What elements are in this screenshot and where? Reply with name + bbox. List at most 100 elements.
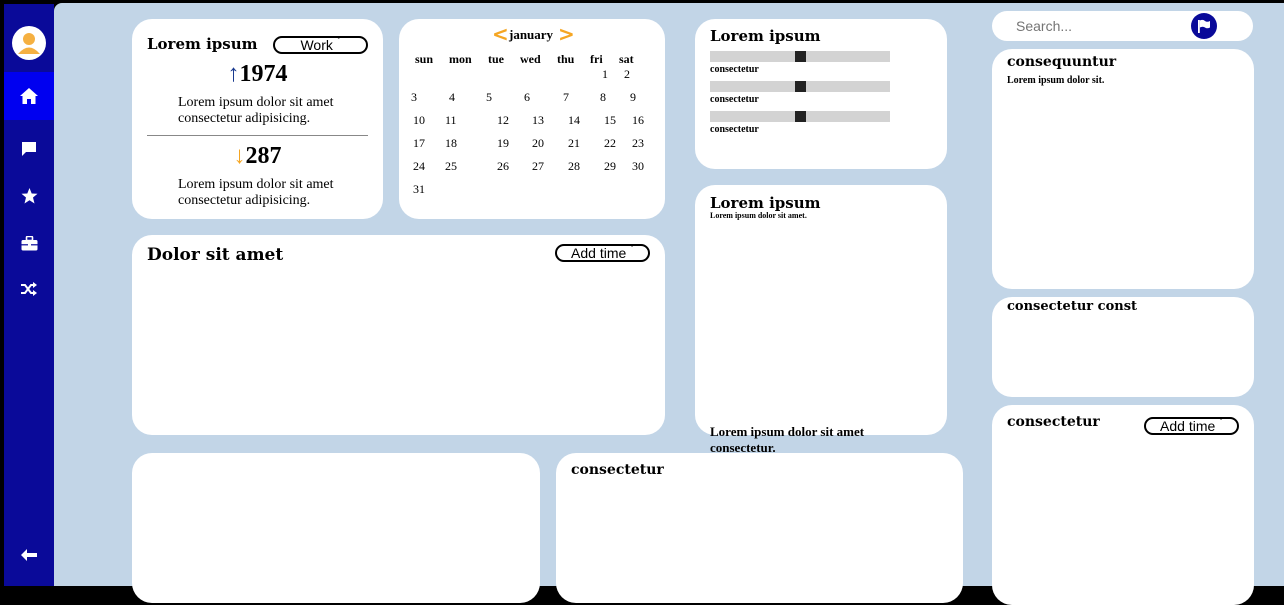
- right-card-1-text: Lorem ipsum dolor sit.: [1007, 75, 1105, 86]
- slider-track[interactable]: [710, 111, 890, 122]
- time-card: Dolor sit amet Add time ˇ: [132, 235, 665, 435]
- user-icon: [18, 33, 40, 54]
- arrow-up-icon: ↑: [227, 61, 240, 87]
- calendar-day[interactable]: 31: [413, 182, 425, 197]
- user-avatar[interactable]: [12, 26, 46, 60]
- work-dropdown[interactable]: Work ˇ: [273, 36, 368, 54]
- flag-icon: [1198, 19, 1210, 33]
- right-add-time-dropdown-label: Add time: [1160, 418, 1216, 434]
- calendar-day[interactable]: 23: [632, 136, 644, 151]
- right-card-2: consectetur const: [992, 297, 1254, 397]
- logout-arrow-icon: [21, 549, 37, 561]
- slider-label: consectetur: [710, 94, 759, 105]
- sidebar-item-shuffle[interactable]: [4, 274, 54, 304]
- calendar-next-button[interactable]: >: [558, 22, 575, 46]
- star-icon: [21, 188, 37, 204]
- calendar-day[interactable]: 7: [563, 90, 569, 105]
- middle-card-subtitle: Lorem ipsum dolor sit amet.: [710, 211, 807, 220]
- arrow-down-icon: ↓: [233, 143, 246, 169]
- calendar-day[interactable]: 4: [449, 90, 455, 105]
- right-card-3: consectetur Add time ˇ: [992, 405, 1254, 605]
- logout-button[interactable]: [4, 540, 54, 570]
- calendar-day[interactable]: 1: [602, 67, 608, 82]
- sliders-card-title: Lorem ipsum: [710, 27, 821, 45]
- calendar-day[interactable]: 27: [532, 159, 544, 174]
- chevron-down-icon: ˇ: [630, 243, 634, 256]
- slider-track[interactable]: [710, 51, 890, 62]
- calendar-weekday: fri: [590, 52, 603, 66]
- right-add-time-dropdown[interactable]: Add time ˇ: [1144, 417, 1239, 435]
- chevron-down-icon: ˇ: [1219, 416, 1223, 429]
- add-time-dropdown-label: Add time: [571, 245, 627, 261]
- calendar-day[interactable]: 25: [445, 159, 457, 174]
- bottom-right-card-title: consectetur: [571, 462, 664, 478]
- slider-thumb[interactable]: [795, 111, 806, 122]
- stats-card-title: Lorem ipsum: [147, 35, 258, 53]
- stat-down-description: Lorem ipsum dolor sit amet consectetur a…: [178, 177, 334, 209]
- calendar-day[interactable]: 5: [486, 90, 492, 105]
- calendar-day[interactable]: 6: [524, 90, 530, 105]
- calendar-day[interactable]: 8: [600, 90, 606, 105]
- stats-card: Lorem ipsum Work ˇ ↑1974 Lorem ipsum dolo…: [132, 19, 383, 219]
- calendar-day[interactable]: 15: [604, 113, 616, 128]
- calendar-day[interactable]: 29: [604, 159, 616, 174]
- toolbox-icon: [21, 235, 37, 250]
- main-content: Lorem ipsum Work ˇ ↑1974 Lorem ipsum dolo…: [54, 3, 1284, 605]
- stat-down: ↓287: [132, 143, 383, 170]
- calendar-day[interactable]: 20: [532, 136, 544, 151]
- calendar-day[interactable]: 9: [630, 90, 636, 105]
- stat-up-value: 1974: [239, 61, 288, 87]
- middle-card-footer: Lorem ipsum dolor sit amet consectetur.: [710, 424, 864, 456]
- calendar-day[interactable]: 18: [445, 136, 457, 151]
- right-card-1: consequuntur Lorem ipsum dolor sit.: [992, 49, 1254, 289]
- sidebar-item-toolbox[interactable]: [4, 228, 54, 258]
- chat-icon: [22, 142, 36, 156]
- calendar-day[interactable]: 11: [445, 113, 457, 128]
- home-icon: [20, 88, 38, 104]
- calendar-day[interactable]: 17: [413, 136, 425, 151]
- work-dropdown-label: Work: [300, 37, 333, 53]
- chevron-down-icon: ˇ: [336, 35, 341, 48]
- calendar-weekday: sat: [619, 52, 634, 66]
- sidebar-item-favorites[interactable]: [4, 181, 54, 211]
- calendar-day[interactable]: 14: [568, 113, 580, 128]
- slider-thumb[interactable]: [795, 51, 806, 62]
- stat-up-desc-line-1: Lorem ipsum dolor sit amet: [178, 95, 334, 110]
- calendar-day[interactable]: 13: [532, 113, 544, 128]
- calendar-card: < january > sun mon tue wed thu fri sat 123456…: [399, 19, 665, 219]
- add-time-dropdown[interactable]: Add time ˇ: [555, 244, 650, 262]
- calendar-day[interactable]: 28: [568, 159, 580, 174]
- calendar-day[interactable]: 22: [604, 136, 616, 151]
- calendar-day[interactable]: 24: [413, 159, 425, 174]
- slider-label: consectetur: [710, 124, 759, 135]
- calendar-day[interactable]: 3: [411, 90, 417, 105]
- search-bar: [992, 11, 1253, 41]
- sidebar-item-messages[interactable]: [4, 134, 54, 164]
- stats-divider: [147, 135, 368, 136]
- right-card-3-title: consectetur: [1007, 414, 1100, 430]
- bottom-left-card: [132, 453, 540, 603]
- stat-down-desc-line-2: consectetur adipisicing.: [178, 193, 311, 208]
- shuffle-icon: [21, 282, 37, 296]
- calendar-day[interactable]: 2: [624, 67, 630, 82]
- calendar-day[interactable]: 19: [497, 136, 509, 151]
- search-input[interactable]: [1016, 16, 1176, 36]
- middle-card: Lorem ipsum Lorem ipsum dolor sit amet.: [695, 185, 947, 435]
- calendar-day[interactable]: 12: [497, 113, 509, 128]
- slider-label: consectetur: [710, 64, 759, 75]
- sidebar-item-home[interactable]: [4, 72, 54, 120]
- stat-up: ↑1974: [132, 61, 383, 88]
- calendar-prev-button[interactable]: <: [492, 22, 509, 46]
- middle-card-title: Lorem ipsum: [710, 194, 821, 212]
- slider-thumb[interactable]: [795, 81, 806, 92]
- calendar-day[interactable]: 16: [632, 113, 644, 128]
- calendar-day[interactable]: 26: [497, 159, 509, 174]
- calendar-day[interactable]: 30: [632, 159, 644, 174]
- slider-track[interactable]: [710, 81, 890, 92]
- flag-button[interactable]: [1191, 13, 1217, 39]
- time-card-title: Dolor sit amet: [147, 245, 284, 265]
- bottom-right-card: consectetur: [556, 453, 963, 603]
- calendar-weekday: wed: [520, 52, 541, 66]
- calendar-day[interactable]: 21: [568, 136, 580, 151]
- calendar-day[interactable]: 10: [413, 113, 425, 128]
